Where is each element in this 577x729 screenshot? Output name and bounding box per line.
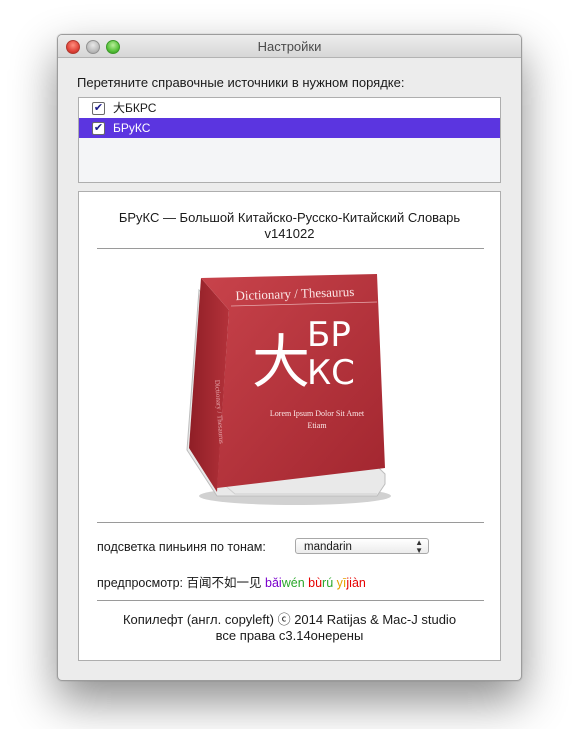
source-row-bruks[interactable]: ✔ БРуКС	[79, 118, 500, 138]
pinyin-syllable: bù	[308, 576, 323, 590]
preferences-window: Настройки Перетяните справочные источник…	[57, 34, 522, 681]
pinyin-syllable: jiàn	[346, 576, 366, 590]
dictionary-name: БРуКС — Большой Китайско-Русско-Китайски…	[118, 210, 461, 225]
window-title: Настройки	[257, 39, 322, 54]
preview-row: предпросмотр: 百闻不如一见 bǎiwén bùrú yījiàn	[97, 572, 366, 591]
tone-highlight-value: mandarin	[304, 541, 352, 553]
source-label-bkrs: 大БКРС	[113, 101, 157, 115]
preview-hanzi: 百闻不如一见	[186, 576, 262, 590]
select-arrows-icon: ▲ ▼	[415, 538, 423, 555]
dictionary-info-panel: БРуКС — Большой Китайско-Русско-Китайски…	[78, 191, 501, 661]
dictionary-title: БРуКС — Большой Китайско-Русско-Китайски…	[79, 210, 500, 242]
divider	[97, 600, 484, 601]
book-letters-top: БР	[307, 315, 351, 355]
book-big-char: 大	[252, 328, 310, 396]
source-row-bkrs[interactable]: ✔ 大БКРС	[79, 98, 500, 118]
pinyin-syllable: rú	[322, 576, 334, 590]
copyleft-notice: Копилефт (англ. copyleft) ⓒ 2014 Ratijas…	[79, 612, 500, 644]
preview-pinyin: bǎiwén bùrú yījiàn	[265, 576, 366, 590]
sources-list[interactable]: ✔ 大БКРС ✔ БРуКС	[78, 97, 501, 183]
tone-highlight-label: подсветка пиньиня по тонам:	[97, 540, 266, 554]
preview-label: предпросмотр:	[97, 576, 184, 590]
source-checkbox-bruks[interactable]: ✔	[92, 122, 105, 135]
book-illustration: Dictionary / Thesaurus 大 БР КС Lorem Ips…	[186, 274, 391, 505]
book-caption-2: Etiam	[307, 421, 327, 430]
dictionary-version: v141022	[264, 226, 315, 241]
sources-instruction: Перетяните справочные источники в нужном…	[77, 75, 405, 90]
pinyin-syllable: wén	[281, 576, 305, 590]
tone-highlight-select[interactable]: mandarin ▲ ▼	[295, 538, 429, 555]
source-checkbox-bkrs[interactable]: ✔	[92, 102, 105, 115]
pinyin-syllable: yī	[336, 576, 347, 590]
divider	[97, 522, 484, 523]
title-bar[interactable]: Настройки	[58, 35, 521, 58]
divider	[97, 248, 484, 249]
pinyin-syllable: bǎi	[265, 576, 282, 590]
book-letters-bottom: КС	[307, 353, 355, 393]
source-label-bruks: БРуКС	[113, 121, 151, 135]
copyleft-line-1: Копилефт (англ. copyleft) ⓒ 2014 Ratijas…	[122, 612, 457, 627]
copyleft-line-2: все права с3.14онерены	[215, 628, 364, 643]
dictionary-book-icon: Dictionary / Thesaurus 大 БР КС Lorem Ips…	[177, 270, 397, 510]
book-caption-1: Lorem Ipsum Dolor Sit Amet	[270, 409, 365, 418]
